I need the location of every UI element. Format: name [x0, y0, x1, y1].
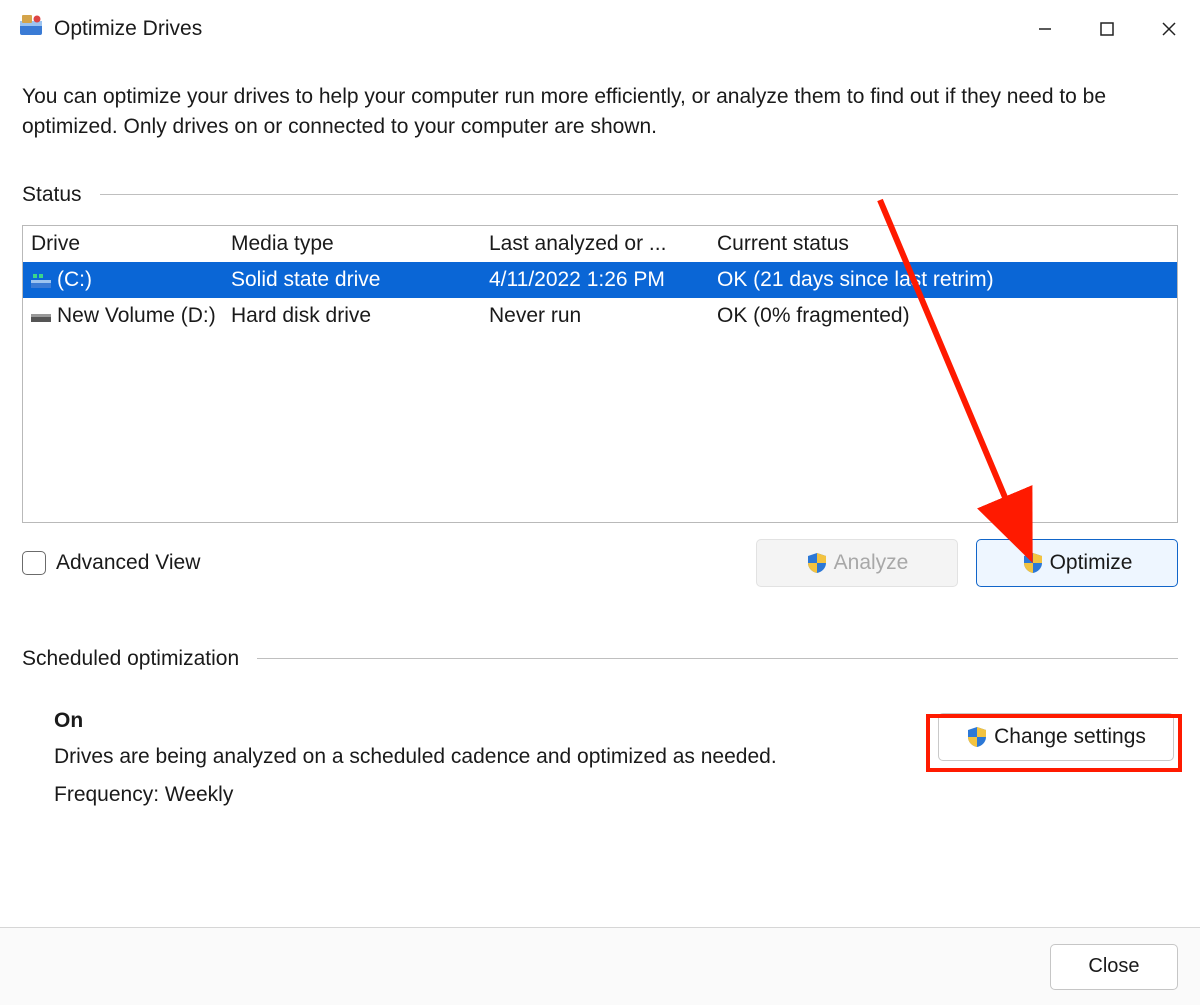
status-group-header: Status	[22, 183, 1178, 207]
hdd-icon	[31, 308, 51, 324]
window-description: You can optimize your drives to help you…	[22, 82, 1178, 143]
drive-name: (C:)	[57, 268, 92, 292]
scheduled-description: Drives are being analyzed on a scheduled…	[54, 745, 938, 769]
analyze-button-label: Analyze	[834, 551, 909, 575]
drive-name: New Volume (D:)	[57, 304, 216, 328]
maximize-button[interactable]	[1076, 7, 1138, 51]
app-icon	[18, 13, 44, 45]
window-title: Optimize Drives	[54, 17, 202, 41]
change-settings-button[interactable]: Change settings	[938, 713, 1174, 761]
scheduled-state: On	[54, 709, 938, 733]
drive-table: Drive Media type Last analyzed or ... Cu…	[22, 225, 1178, 523]
minimize-button[interactable]	[1014, 7, 1076, 51]
shield-icon	[1022, 552, 1044, 574]
scheduled-group-header: Scheduled optimization	[22, 647, 1178, 671]
scheduled-label: Scheduled optimization	[22, 647, 257, 671]
table-row[interactable]: New Volume (D:) Hard disk drive Never ru…	[23, 298, 1177, 334]
titlebar: Optimize Drives	[0, 0, 1200, 58]
col-media-type[interactable]: Media type	[223, 226, 481, 262]
shield-icon	[806, 552, 828, 574]
advanced-view-label: Advanced View	[56, 551, 200, 575]
drive-last-analyzed: 4/11/2022 1:26 PM	[481, 262, 709, 298]
col-last-analyzed[interactable]: Last analyzed or ...	[481, 226, 709, 262]
ssd-icon	[31, 272, 51, 288]
optimize-button-label: Optimize	[1050, 551, 1133, 575]
advanced-view-checkbox[interactable]	[22, 551, 46, 575]
analyze-button[interactable]: Analyze	[756, 539, 958, 587]
drive-last-analyzed: Never run	[481, 298, 709, 334]
close-window-button[interactable]	[1138, 7, 1200, 51]
change-settings-label: Change settings	[994, 725, 1146, 749]
drive-table-header: Drive Media type Last analyzed or ... Cu…	[23, 226, 1177, 262]
optimize-button[interactable]: Optimize	[976, 539, 1178, 587]
close-button[interactable]: Close	[1050, 944, 1178, 990]
col-current-status[interactable]: Current status	[709, 226, 1177, 262]
drive-status: OK (21 days since last retrim)	[709, 262, 1177, 298]
col-drive[interactable]: Drive	[23, 226, 223, 262]
scheduled-frequency: Frequency: Weekly	[54, 783, 938, 807]
drive-status: OK (0% fragmented)	[709, 298, 1177, 334]
table-row[interactable]: (C:) Solid state drive 4/11/2022 1:26 PM…	[23, 262, 1177, 298]
status-label: Status	[22, 183, 100, 207]
shield-icon	[966, 726, 988, 748]
dialog-footer: Close	[0, 927, 1200, 1005]
close-button-label: Close	[1088, 955, 1139, 978]
drive-media-type: Solid state drive	[223, 262, 481, 298]
drive-media-type: Hard disk drive	[223, 298, 481, 334]
